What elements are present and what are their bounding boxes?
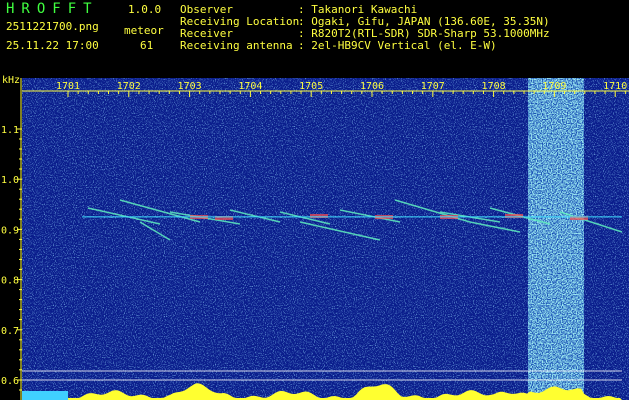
x-tick-label: 1709 bbox=[542, 81, 566, 92]
y-tick-label: 0.7 bbox=[1, 326, 19, 337]
app-title: HROFFT bbox=[6, 1, 99, 17]
level-trace-start bbox=[22, 391, 68, 400]
version-label: 1.0.0 bbox=[128, 3, 162, 16]
x-tick-label: 1702 bbox=[117, 81, 141, 92]
x-tick-label: 1704 bbox=[238, 81, 262, 92]
x-tick-label: 1701 bbox=[56, 81, 80, 92]
y-tick-label: 1.1 bbox=[1, 125, 19, 136]
filename-label: 2511221700.png bbox=[6, 20, 99, 33]
meteor-label: meteor bbox=[124, 24, 164, 37]
y-axis: 1.1 1.0 0.9 0.8 0.7 0.6 bbox=[1, 78, 22, 400]
spectrogram-plot: 1.1 1.0 0.9 0.8 0.7 0.6 1701 1702 1703 1704 1705 1… bbox=[1, 75, 629, 400]
x-tick-label: 1706 bbox=[360, 81, 384, 92]
y-tick-label: 0.6 bbox=[1, 376, 19, 387]
header-panel: HROFFT 1.0.0 2511221700.png 25.11.22 17:… bbox=[0, 0, 629, 72]
meteor-echo bbox=[505, 214, 523, 218]
antenna-value: : 2el-HB9CV Vertical (el. E-W) bbox=[298, 39, 497, 52]
y-tick-label: 0.8 bbox=[1, 276, 19, 287]
x-tick-label: 1708 bbox=[482, 81, 506, 92]
x-tick-label: 1710 bbox=[603, 81, 627, 92]
x-tick-label: 1707 bbox=[421, 81, 445, 92]
datetime-label: 25.11.22 17:00 bbox=[6, 39, 99, 52]
meteor-count: 61 bbox=[140, 39, 154, 52]
x-tick-label: 1703 bbox=[178, 81, 202, 92]
y-tick-label: 1.0 bbox=[1, 175, 19, 186]
y-unit-label: kHz bbox=[2, 75, 20, 86]
y-tick-label: 0.9 bbox=[1, 225, 19, 236]
noise-band-texture bbox=[528, 78, 584, 400]
antenna-label: Receiving antenna bbox=[180, 39, 293, 52]
meteor-echo bbox=[310, 214, 328, 218]
x-tick-label: 1705 bbox=[299, 81, 323, 92]
